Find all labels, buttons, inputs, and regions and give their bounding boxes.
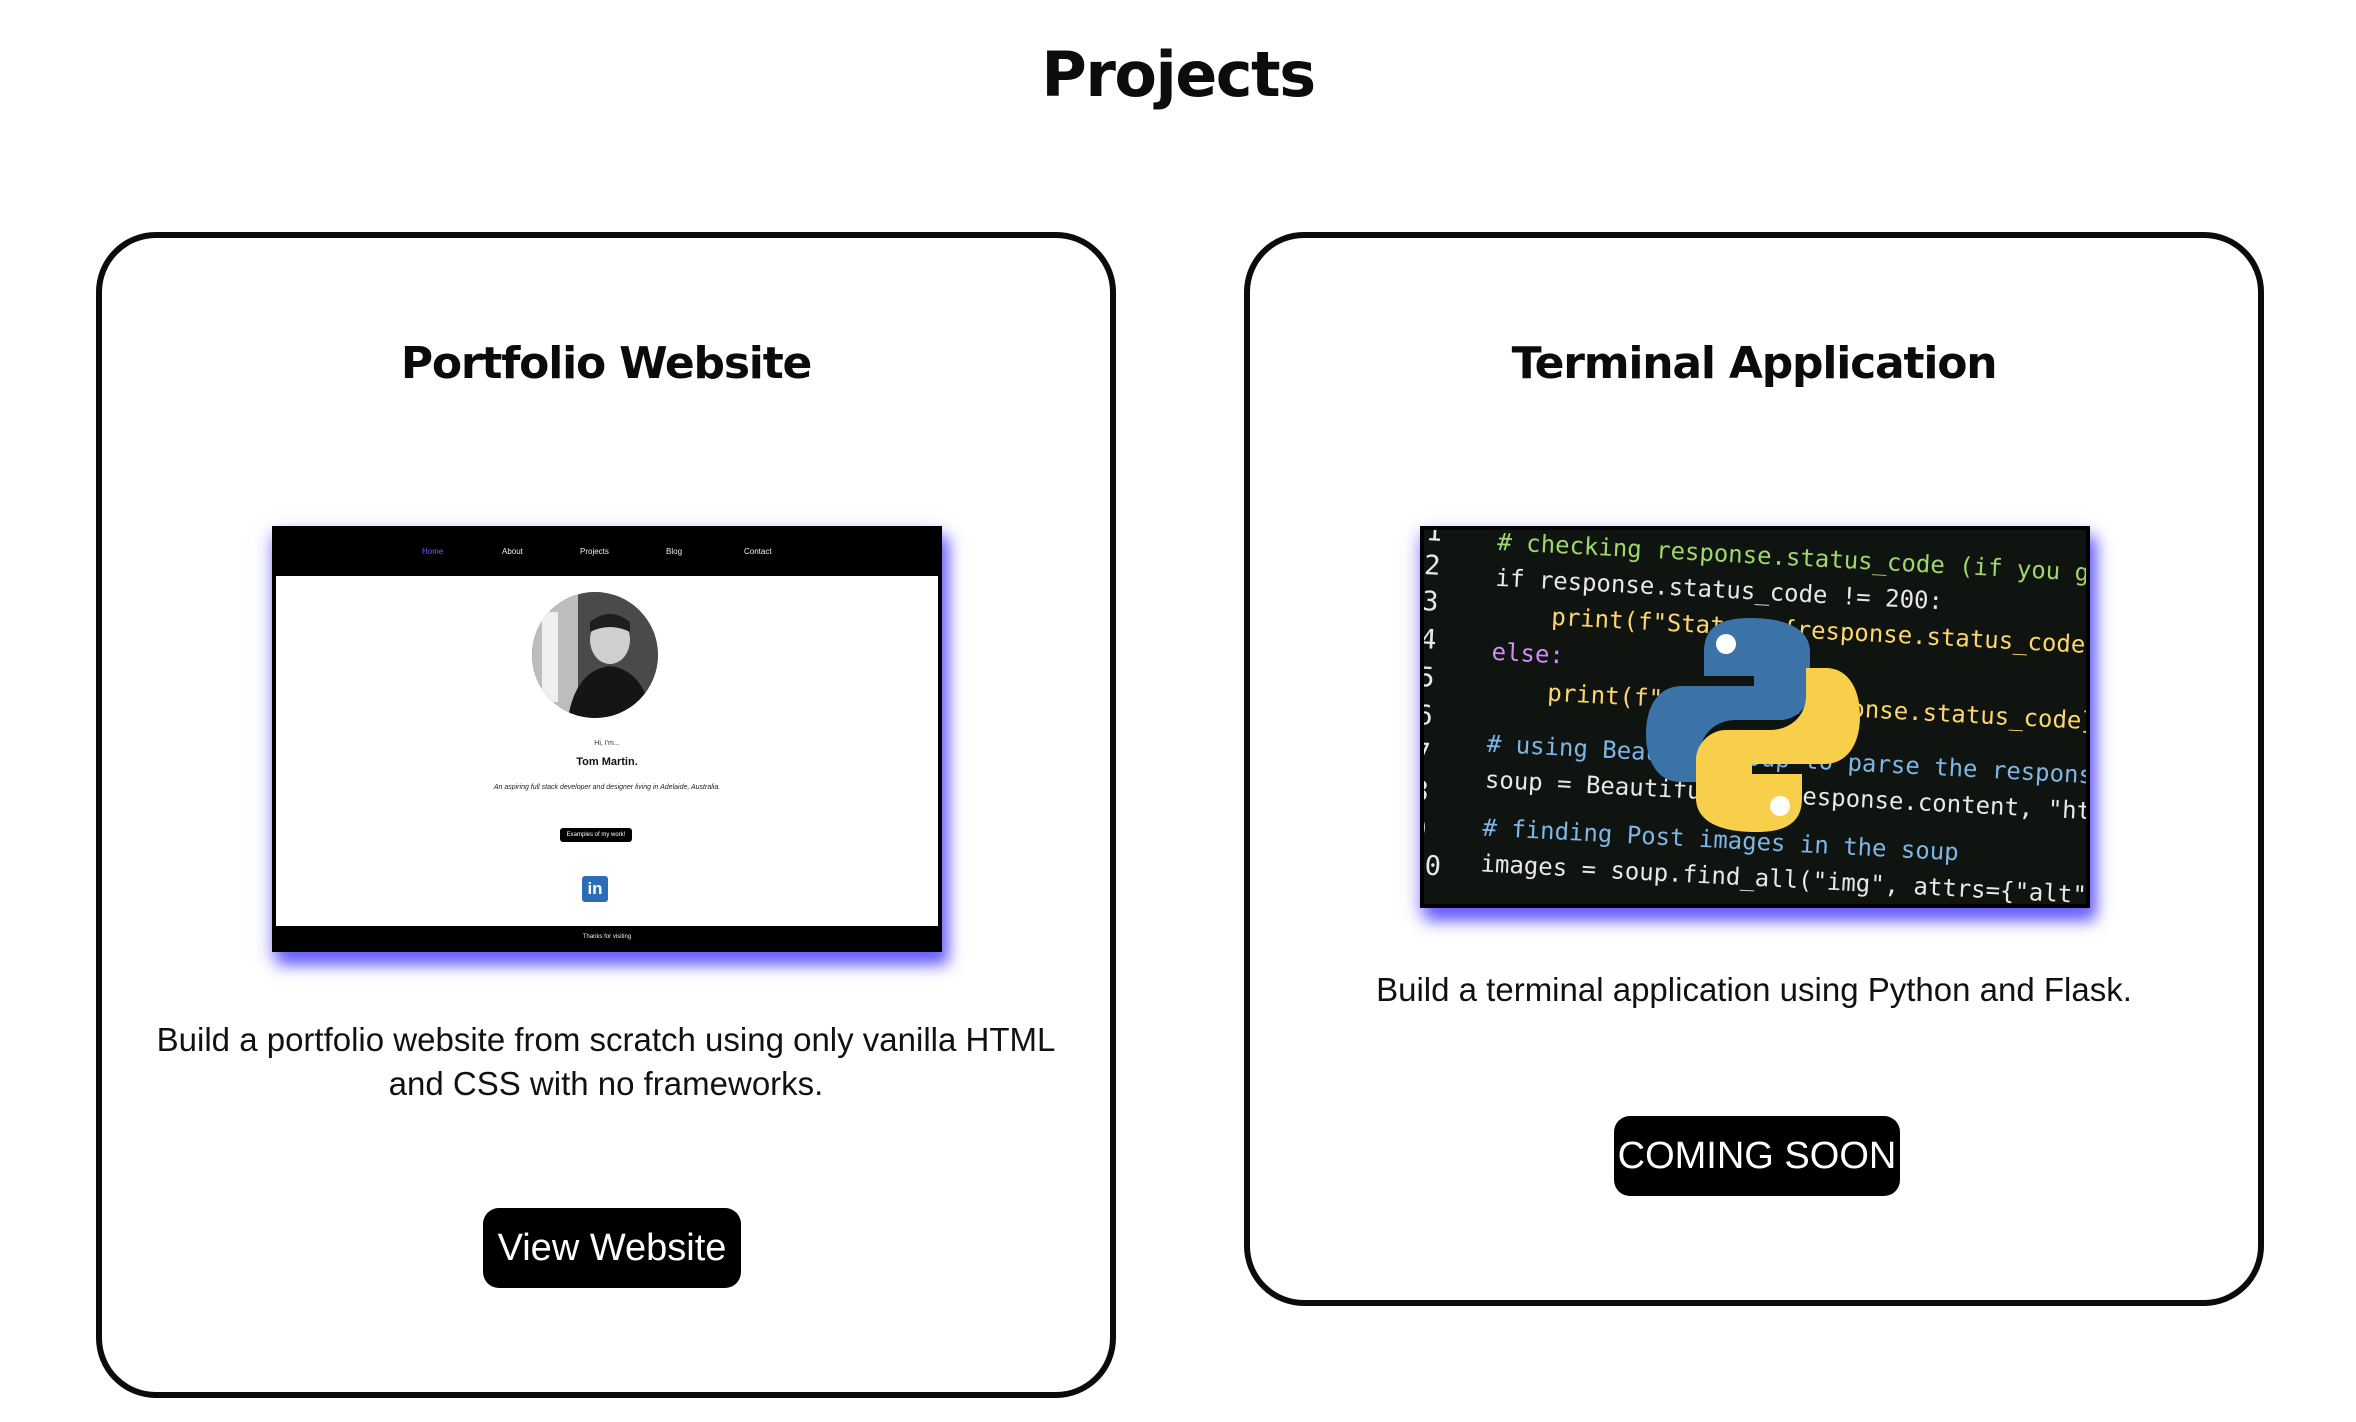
code-line: images = soup.find_all("img", attrs={"al… [1479,849,2086,904]
line-number: 4 [1424,623,1438,656]
line-number: 7 [1424,737,1432,770]
project-description: Build a portfolio website from scratch u… [156,1021,1056,1102]
code-line: else: [1490,637,1565,670]
preview-tagline: An aspiring full stack developer and des… [493,784,721,791]
project-description: Build a terminal application using Pytho… [1376,971,2132,1008]
project-card-portfolio: Portfolio Website Home About Projects Bl… [96,232,1116,1398]
preview-nav-blog: Blog [666,547,683,556]
preview-nav: Home About Projects Blog Contact [276,530,938,576]
portfolio-preview-image: Home About Projects Blog Contact Hi, I'm… [272,526,942,952]
page-title: Projects [1041,38,1316,111]
preview-greeting: Hi, I'm... [594,740,620,747]
line-number: 3 [1424,586,1440,618]
python-logo-icon [1646,618,1860,832]
line-number: 5 [1424,661,1436,694]
preview-name: Tom Martin. [576,756,638,768]
preview-nav-projects: Projects [580,547,609,556]
line-number: 2 [1424,550,1442,582]
terminal-preview-image: 1 2 3 4 5 6 7 8 9 20 # checking response… [1420,526,2090,908]
project-title: Terminal Application [1511,338,1998,389]
line-number: 8 [1424,775,1430,808]
line-number: 1 [1425,530,1443,548]
line-number: 20 [1424,849,1442,883]
line-number: 6 [1424,699,1434,732]
coming-soon-button[interactable]: COMING SOON [1614,1116,1900,1196]
project-title: Portfolio Website [400,338,813,389]
linkedin-icon: in [582,876,608,902]
preview-examples-button: Examples of my work! [560,828,632,842]
preview-nav-home: Home [422,547,444,556]
preview-avatar [532,592,658,718]
preview-footer: Thanks for visiting [276,926,938,948]
preview-nav-contact: Contact [744,547,772,556]
line-number: 9 [1424,813,1428,846]
project-card-terminal: Terminal Application 1 2 3 4 5 6 7 8 9 2… [1244,232,2264,1306]
view-website-button[interactable]: View Website [483,1208,741,1288]
preview-nav-about: About [502,547,523,556]
